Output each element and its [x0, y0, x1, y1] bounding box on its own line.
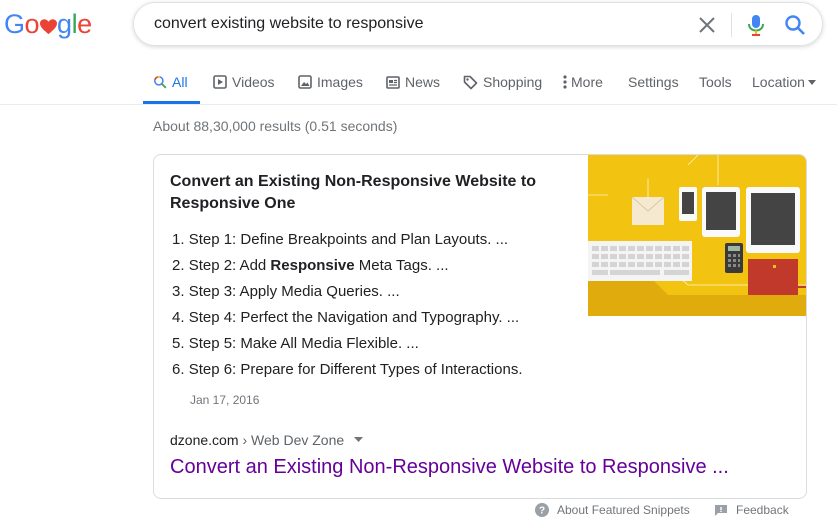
tag-icon — [463, 75, 478, 89]
play-icon — [213, 75, 227, 89]
help-icon: ? — [535, 503, 549, 517]
logo-letter-o: o — [24, 9, 40, 39]
search-box — [133, 2, 823, 46]
tab-videos[interactable]: Videos — [213, 74, 275, 90]
tab-images[interactable]: Images — [298, 74, 363, 90]
tab-more-label: More — [571, 74, 603, 90]
result-breadcrumb: › Web Dev Zone — [242, 432, 345, 448]
tab-all-label: All — [172, 74, 188, 90]
step-text: Step 3: Apply Media Queries. ... — [188, 283, 400, 300]
step-bold-text: Responsive — [270, 257, 355, 274]
microphone-icon[interactable] — [747, 14, 765, 36]
snippet-title-line1: Convert an Existing Non-Responsive Websi… — [170, 173, 536, 190]
list-item: 1. Step 1: Define Breakpoints and Plan L… — [172, 230, 508, 250]
step-text: Step 5: Make All Media Flexible. ... — [188, 335, 419, 352]
tab-shopping[interactable]: Shopping — [463, 74, 542, 90]
search-icon[interactable] — [784, 14, 806, 36]
list-item: 2. Step 2: Add Responsive Meta Tags. ... — [172, 256, 449, 276]
image-icon — [298, 75, 312, 89]
tabs-divider — [0, 104, 837, 105]
tab-tools-label: Tools — [699, 74, 732, 90]
step-number: 2. — [172, 257, 185, 274]
logo-letter-e: e — [77, 9, 92, 39]
result-stats: About 88,30,000 results (0.51 seconds) — [153, 118, 398, 134]
heart-icon — [39, 17, 57, 37]
more-vertical-icon — [563, 75, 567, 89]
tab-shopping-label: Shopping — [483, 74, 543, 90]
step-text: Step 2: Add — [188, 257, 271, 274]
step-number: 1. — [172, 231, 185, 248]
caret-down-icon[interactable] — [354, 437, 364, 443]
result-site: dzone.com — [170, 432, 239, 448]
about-featured-snippets[interactable]: ? About Featured Snippets — [535, 503, 690, 517]
feedback-label: Feedback — [736, 503, 789, 517]
news-icon — [386, 75, 400, 89]
clear-icon[interactable] — [697, 15, 717, 35]
snippet-thumbnail-image[interactable] — [588, 155, 807, 316]
step-text: Meta Tags. ... — [354, 257, 449, 274]
step-number: 6. — [172, 361, 185, 378]
tab-videos-label: Videos — [232, 74, 275, 90]
logo-letter-g: G — [4, 9, 25, 39]
result-citation: dzone.com › Web Dev Zone — [170, 432, 364, 448]
step-text: Step 1: Define Breakpoints and Plan Layo… — [188, 231, 509, 248]
tab-images-label: Images — [317, 74, 363, 90]
tab-location-label: Location — [752, 74, 805, 90]
list-item: 5. Step 5: Make All Media Flexible. ... — [172, 334, 419, 354]
tab-more[interactable]: More — [563, 74, 603, 90]
tab-settings[interactable]: Settings — [628, 74, 679, 90]
tab-news-label: News — [405, 74, 441, 90]
svg-text:?: ? — [539, 506, 545, 517]
about-featured-snippets-label: About Featured Snippets — [557, 503, 690, 517]
search-divider — [731, 13, 732, 37]
snippet-date: Jan 17, 2016 — [190, 393, 260, 407]
feedback-icon — [715, 504, 727, 516]
tab-news[interactable]: News — [386, 74, 440, 90]
search-icon — [153, 75, 167, 89]
list-item: 4. Step 4: Perfect the Navigation and Ty… — [172, 308, 519, 328]
list-item: 6. Step 6: Prepare for Different Types o… — [172, 360, 522, 380]
step-number: 4. — [172, 309, 185, 326]
tab-all[interactable]: All — [153, 74, 188, 90]
feedback-link[interactable]: Feedback — [714, 503, 789, 517]
tab-tools[interactable]: Tools — [699, 74, 732, 90]
step-number: 5. — [172, 335, 185, 352]
featured-snippet-card: Convert an Existing Non-Responsive Websi… — [153, 154, 807, 499]
google-logo[interactable]: G o g l e — [4, 9, 92, 40]
search-input[interactable] — [154, 3, 654, 45]
logo-letter-g2: g — [57, 9, 72, 39]
snippet-title: Convert an Existing Non-Responsive Websi… — [170, 171, 570, 215]
list-item: 3. Step 3: Apply Media Queries. ... — [172, 282, 400, 302]
step-text: Step 6: Prepare for Different Types of I… — [188, 361, 523, 378]
step-number: 3. — [172, 283, 185, 300]
step-text: Step 4: Perfect the Navigation and Typog… — [188, 309, 520, 326]
tab-settings-label: Settings — [628, 74, 679, 90]
snippet-title-line2: Responsive One — [170, 195, 296, 212]
search-tabs: All Videos Images News Shopping More Set… — [0, 60, 837, 104]
tab-location[interactable]: Location — [752, 74, 816, 90]
caret-down-icon — [807, 79, 816, 85]
result-title-link[interactable]: Convert an Existing Non-Responsive Websi… — [170, 456, 729, 479]
